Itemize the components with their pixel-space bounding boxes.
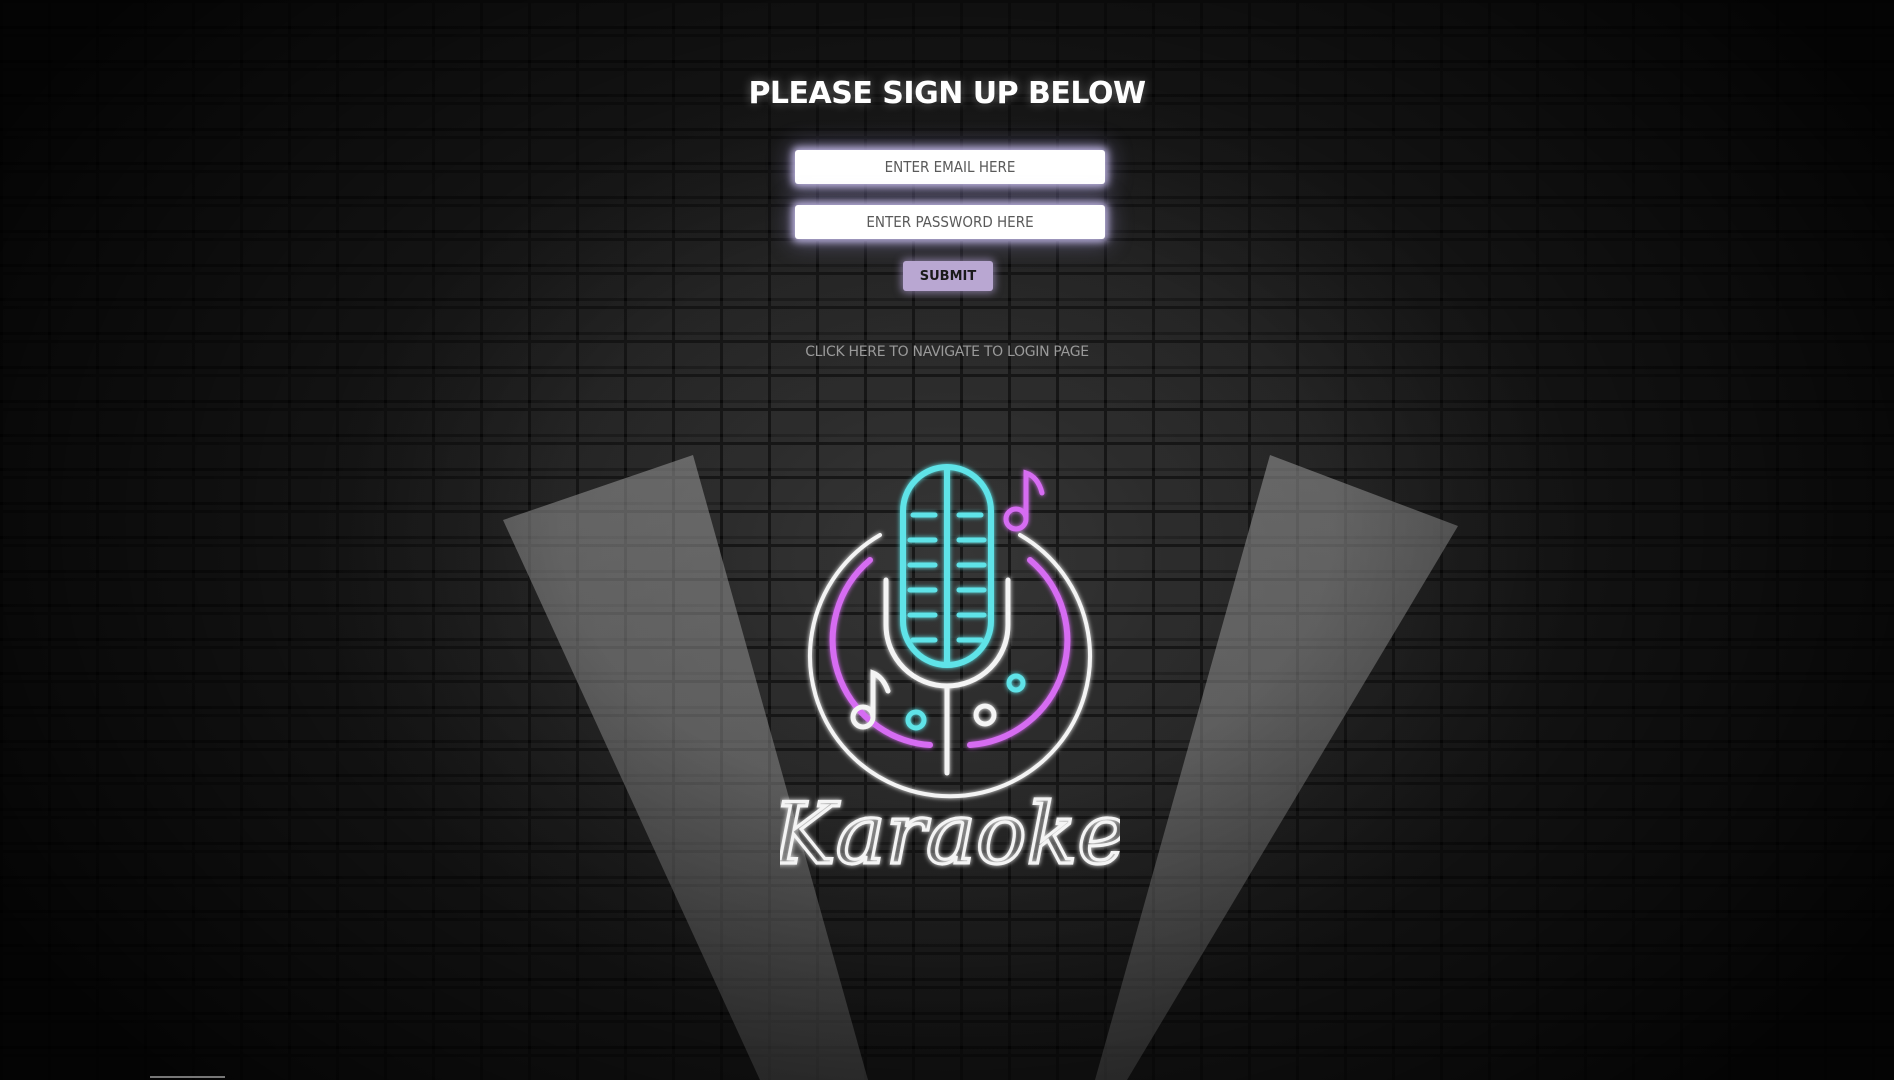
email-field[interactable] (795, 150, 1105, 184)
signup-form: PLEASE SIGN UP BELOW SUBMIT CLICK HERE T… (0, 0, 1894, 380)
page-title: PLEASE SIGN UP BELOW (748, 76, 1146, 111)
login-page-link[interactable]: CLICK HERE TO NAVIGATE TO LOGIN PAGE (0, 344, 1894, 360)
karaoke-logo: Karaoke (780, 464, 1120, 885)
logo-text: Karaoke (780, 785, 1120, 883)
password-field[interactable] (795, 205, 1105, 239)
microphone-neon-icon (808, 464, 1092, 799)
scroll-indicator (150, 1076, 225, 1078)
submit-button[interactable]: SUBMIT (903, 261, 993, 291)
signup-page: PLEASE SIGN UP BELOW SUBMIT CLICK HERE T… (0, 0, 1894, 1080)
